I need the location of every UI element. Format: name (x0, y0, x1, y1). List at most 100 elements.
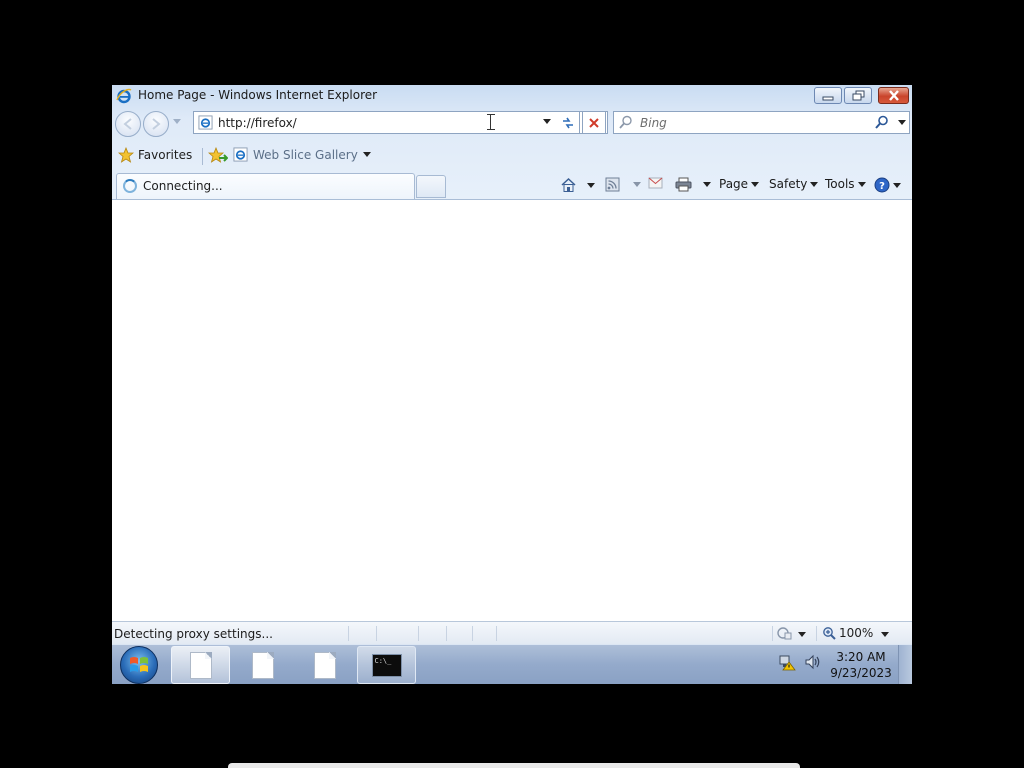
network-icon[interactable] (778, 653, 796, 671)
home-button[interactable] (560, 177, 595, 193)
divider (772, 626, 773, 641)
navigation-bar: http://firefox/ Bing (112, 108, 912, 138)
maximize-icon (852, 90, 864, 101)
ie-icon (116, 88, 132, 104)
zoom-icon (823, 627, 836, 640)
console-icon: C:\_ (371, 653, 402, 677)
chevron-down-icon (893, 182, 901, 188)
taskbar-item-console[interactable]: C:\_ (357, 646, 416, 684)
search-input[interactable]: Bing (640, 116, 667, 130)
web-slice-icon (233, 147, 248, 162)
bottom-edge (228, 763, 800, 768)
speaker-icon[interactable] (804, 654, 822, 670)
document-icon (313, 651, 336, 679)
clock-time: 3:20 AM (836, 650, 886, 664)
ie-window: Home Page - Windows Internet Explorer ht… (112, 85, 912, 684)
favorites-label: Favorites (138, 148, 193, 162)
chevron-down-icon (362, 152, 371, 157)
restore-button[interactable] (844, 87, 872, 104)
chevron-down-icon[interactable] (703, 182, 711, 187)
page-menu-label: Page (719, 177, 749, 191)
start-orb-icon (130, 657, 148, 672)
divider (472, 626, 473, 641)
help-button[interactable]: ? (874, 177, 901, 193)
star-icon (118, 147, 134, 163)
taskbar-item-ie[interactable] (171, 646, 230, 684)
favorites-button[interactable]: Favorites (118, 147, 192, 163)
help-icon: ? (874, 177, 890, 193)
show-desktop-button[interactable] (898, 645, 912, 684)
window-frame: Home Page - Windows Internet Explorer ht… (112, 85, 912, 200)
tab-title: Connecting... (143, 179, 223, 193)
stop-button[interactable] (582, 111, 606, 134)
mail-icon (648, 177, 663, 189)
search-box[interactable]: Bing (613, 111, 910, 134)
text-cursor-icon (487, 114, 495, 130)
address-dropdown[interactable] (543, 119, 551, 124)
loading-spinner-icon (123, 179, 137, 193)
forward-icon (152, 118, 161, 130)
clock-date: 9/23/2023 (830, 666, 892, 680)
clock[interactable]: 3:20 AM 9/23/2023 (828, 649, 894, 681)
read-mail-button[interactable] (648, 177, 663, 189)
tools-menu[interactable]: Tools (825, 177, 866, 191)
title-bar: Home Page - Windows Internet Explorer (112, 85, 912, 107)
close-icon (888, 90, 899, 101)
document-icon (189, 651, 212, 679)
divider (348, 626, 349, 641)
home-icon (561, 177, 576, 192)
minimize-icon (822, 96, 834, 100)
divider (202, 148, 203, 165)
svg-text:?: ? (879, 181, 885, 192)
zoom-button[interactable]: 100% (822, 626, 873, 640)
search-go-icon[interactable] (875, 115, 889, 130)
recent-pages-dropdown[interactable] (173, 119, 181, 124)
address-input[interactable]: http://firefox/ (218, 116, 297, 130)
page-menu[interactable]: Page (719, 177, 760, 191)
ie-page-icon (198, 115, 213, 130)
search-icon (619, 115, 632, 129)
new-tab-button[interactable] (416, 175, 446, 198)
safety-menu[interactable]: Safety (769, 177, 819, 191)
minimize-button[interactable] (814, 87, 842, 104)
back-icon (123, 118, 132, 130)
compatibility-refresh-button[interactable] (556, 111, 580, 134)
chevron-down-icon (751, 181, 760, 187)
refresh-icon (562, 117, 573, 128)
zoom-level: 100% (839, 626, 874, 640)
taskbar-item-2[interactable] (233, 646, 292, 684)
taskbar: C:\_ 3:20 AM 9/23/2023 (112, 644, 912, 684)
chevron-down-icon (810, 181, 819, 187)
close-button[interactable] (878, 87, 909, 104)
stop-icon (589, 117, 599, 128)
search-options-dropdown[interactable] (898, 120, 906, 125)
chevron-down-icon[interactable] (633, 182, 641, 187)
chevron-down-icon[interactable] (587, 182, 595, 188)
status-text: Detecting proxy settings... (114, 627, 273, 641)
taskbar-item-3[interactable] (295, 646, 354, 684)
address-bar[interactable]: http://firefox/ (193, 111, 608, 134)
command-bar: Connecting... Page Safety Tools ? (112, 172, 912, 200)
print-button[interactable] (675, 177, 711, 192)
divider (376, 626, 377, 641)
zoom-dropdown[interactable] (881, 632, 889, 637)
system-tray (778, 653, 822, 671)
favorites-bar: Favorites Web Slice Gallery (112, 142, 912, 170)
divider (816, 626, 817, 641)
back-button[interactable] (115, 111, 141, 137)
feed-icon (605, 177, 620, 192)
safety-menu-label: Safety (769, 177, 808, 191)
divider (418, 626, 419, 641)
start-button[interactable] (120, 646, 158, 684)
tools-menu-label: Tools (825, 177, 855, 191)
forward-button[interactable] (143, 111, 169, 137)
feeds-button[interactable] (605, 177, 641, 192)
chevron-down-icon[interactable] (798, 632, 806, 637)
add-favorite-icon[interactable] (208, 147, 228, 164)
document-icon (251, 651, 274, 679)
divider (446, 626, 447, 641)
divider (496, 626, 497, 641)
protected-mode-icon[interactable] (776, 626, 792, 641)
web-slice-gallery-link[interactable]: Web Slice Gallery (233, 147, 371, 162)
tab-current[interactable]: Connecting... (116, 173, 415, 199)
